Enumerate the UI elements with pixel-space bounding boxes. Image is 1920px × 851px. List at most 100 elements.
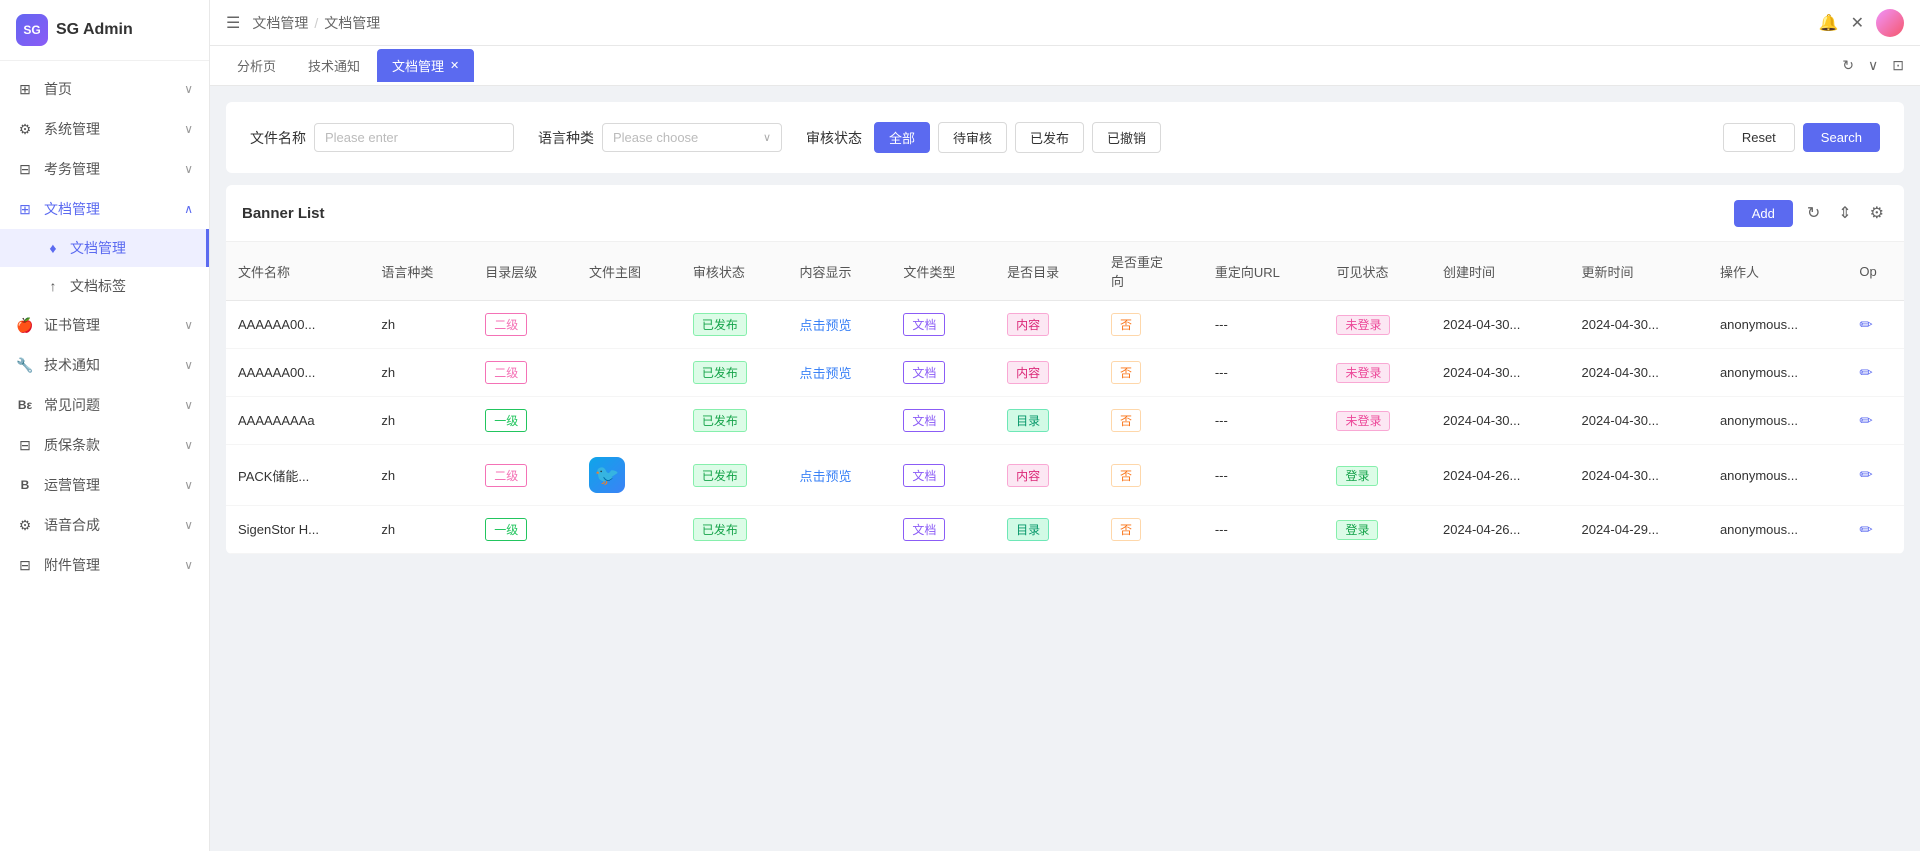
sidebar-item-docs-parent[interactable]: ⊞ 文档管理 ∧ bbox=[0, 189, 209, 229]
table-actions: Add ↻ ⇕ ⚙ bbox=[1734, 199, 1888, 227]
cell-isredirect: 否 bbox=[1099, 506, 1203, 554]
preview-link[interactable]: 点击预览 bbox=[799, 469, 851, 484]
table-header: Banner List Add ↻ ⇕ ⚙ bbox=[226, 185, 1904, 242]
cell-level: 一级 bbox=[473, 397, 577, 445]
fullscreen-icon[interactable]: ⊡ bbox=[1888, 53, 1908, 78]
search-button[interactable]: Search bbox=[1803, 123, 1880, 152]
cell-thumb bbox=[577, 397, 681, 445]
edit-icon[interactable]: ✏ bbox=[1859, 413, 1872, 430]
cell-filename: AAAAAAAAa bbox=[226, 397, 369, 445]
tab-close-icon[interactable]: ✕ bbox=[450, 59, 459, 72]
cell-lang: zh bbox=[369, 301, 473, 349]
cell-level: 二级 bbox=[473, 445, 577, 506]
sidebar-item-docs[interactable]: ♦ 文档管理 bbox=[0, 229, 209, 267]
cell-display: 点击预览 bbox=[787, 445, 891, 506]
table-title: Banner List bbox=[242, 205, 325, 222]
settings-icon[interactable]: ⚙ bbox=[1866, 199, 1888, 227]
chevron-down-tabs-icon[interactable]: ∨ bbox=[1864, 53, 1882, 78]
cell-operator: anonymous... bbox=[1708, 397, 1847, 445]
breadcrumb-current: 文档管理 bbox=[324, 13, 380, 33]
sidebar-item-voice[interactable]: ⚙ 语音合成 ∨ bbox=[0, 505, 209, 545]
cell-updated: 2024-04-30... bbox=[1569, 349, 1707, 397]
sidebar-item-system-label: 系统管理 bbox=[44, 119, 174, 139]
col-operator: 操作人 bbox=[1708, 242, 1847, 301]
sidebar-item-attachment[interactable]: ⊟ 附件管理 ∨ bbox=[0, 545, 209, 585]
status-group: 全部 待审核 已发布 已撤销 bbox=[874, 122, 1161, 153]
tab-tech-notice-label: 技术通知 bbox=[308, 56, 360, 75]
sidebar-item-docs-label: 文档管理 bbox=[70, 238, 126, 258]
add-button[interactable]: Add bbox=[1734, 200, 1793, 227]
tab-tech-notice[interactable]: 技术通知 bbox=[293, 49, 375, 82]
row-height-icon[interactable]: ⇕ bbox=[1834, 199, 1855, 227]
status-btn-pending[interactable]: 待审核 bbox=[938, 122, 1007, 153]
cell-iscatalog: 内容 bbox=[995, 445, 1099, 506]
filter-language: 语言种类 Please choose ∨ bbox=[538, 123, 782, 152]
sidebar-item-faq[interactable]: Bε 常见问题 ∨ bbox=[0, 385, 209, 425]
edit-icon[interactable]: ✏ bbox=[1859, 365, 1872, 382]
chevron-down-icon: ∨ bbox=[184, 358, 193, 372]
preview-link[interactable]: 点击预览 bbox=[799, 318, 851, 333]
sidebar-item-ops[interactable]: B 运营管理 ∨ bbox=[0, 465, 209, 505]
col-status: 审核状态 bbox=[681, 242, 788, 301]
cell-created: 2024-04-26... bbox=[1431, 506, 1569, 554]
sidebar-item-home[interactable]: ⊞ 首页 ∨ bbox=[0, 69, 209, 109]
refresh-icon[interactable]: ↻ bbox=[1838, 53, 1858, 78]
cell-op: ✏ bbox=[1847, 506, 1904, 554]
sidebar-item-docs-tag[interactable]: ↑ 文档标签 bbox=[0, 267, 209, 305]
cell-isredirect: 否 bbox=[1099, 397, 1203, 445]
bell-icon[interactable]: 🔔 bbox=[1819, 13, 1839, 33]
sidebar-item-exam-label: 考务管理 bbox=[44, 159, 174, 179]
sidebar-item-system[interactable]: ⚙ 系统管理 ∨ bbox=[0, 109, 209, 149]
cell-visible: 未登录 bbox=[1324, 301, 1431, 349]
cell-iscatalog: 目录 bbox=[995, 506, 1099, 554]
topbar: ☰ 文档管理 / 文档管理 🔔 ✕ bbox=[210, 0, 1920, 46]
cell-iscatalog: 内容 bbox=[995, 301, 1099, 349]
refresh-table-icon[interactable]: ↻ bbox=[1803, 199, 1824, 227]
edit-icon[interactable]: ✏ bbox=[1859, 467, 1872, 484]
edit-icon[interactable]: ✏ bbox=[1859, 317, 1872, 334]
status-btn-revoked[interactable]: 已撤销 bbox=[1092, 122, 1161, 153]
col-thumb: 文件主图 bbox=[577, 242, 681, 301]
col-filename: 文件名称 bbox=[226, 242, 369, 301]
reset-button[interactable]: Reset bbox=[1723, 123, 1795, 152]
sidebar-item-tech[interactable]: 🔧 技术通知 ∨ bbox=[0, 345, 209, 385]
status-btn-all[interactable]: 全部 bbox=[874, 122, 930, 153]
status-btn-published[interactable]: 已发布 bbox=[1015, 122, 1084, 153]
filename-input[interactable] bbox=[314, 123, 514, 152]
cell-op: ✏ bbox=[1847, 445, 1904, 506]
col-visible: 可见状态 bbox=[1324, 242, 1431, 301]
cell-status: 已发布 bbox=[681, 349, 788, 397]
col-updated: 更新时间 bbox=[1569, 242, 1707, 301]
tab-doc-mgmt[interactable]: 文档管理 ✕ bbox=[377, 49, 474, 82]
chevron-down-icon: ∨ bbox=[184, 162, 193, 176]
col-op: Op bbox=[1847, 242, 1904, 301]
table-row: AAAAAA00... zh 二级 已发布 点击预览 文档 内容 否 --- 未… bbox=[226, 349, 1904, 397]
chevron-down-icon: ∨ bbox=[184, 478, 193, 492]
sidebar-item-docs-tag-label: 文档标签 bbox=[70, 276, 126, 296]
home-icon: ⊞ bbox=[16, 81, 34, 98]
language-select[interactable]: Please choose ∨ bbox=[602, 123, 782, 152]
sidebar-item-exam[interactable]: ⊟ 考务管理 ∨ bbox=[0, 149, 209, 189]
exam-icon: ⊟ bbox=[16, 161, 34, 178]
status-label: 审核状态 bbox=[806, 128, 862, 148]
app-name: SG Admin bbox=[56, 21, 133, 39]
close-icon[interactable]: ✕ bbox=[1851, 13, 1864, 33]
sidebar-item-cert[interactable]: 🍎 证书管理 ∨ bbox=[0, 305, 209, 345]
edit-icon[interactable]: ✏ bbox=[1859, 522, 1872, 539]
language-select-value: Please choose bbox=[613, 130, 698, 145]
cell-display bbox=[787, 397, 891, 445]
tab-analysis[interactable]: 分析页 bbox=[222, 49, 291, 82]
cell-display: 点击预览 bbox=[787, 301, 891, 349]
sidebar-item-home-label: 首页 bbox=[44, 79, 174, 99]
breadcrumb-parent: 文档管理 bbox=[252, 13, 308, 33]
language-label: 语言种类 bbox=[538, 128, 594, 148]
avatar[interactable] bbox=[1876, 9, 1904, 37]
sidebar-item-quality[interactable]: ⊟ 质保条款 ∨ bbox=[0, 425, 209, 465]
col-isredirect: 是否重定向 bbox=[1099, 242, 1203, 301]
preview-link[interactable]: 点击预览 bbox=[799, 366, 851, 381]
menu-toggle-icon[interactable]: ☰ bbox=[226, 13, 240, 33]
filter-actions: Reset Search bbox=[1723, 123, 1880, 152]
sidebar-item-docs-parent-label: 文档管理 bbox=[44, 199, 174, 219]
table-head-row: 文件名称 语言种类 目录层级 文件主图 审核状态 内容显示 文件类型 是否目录 … bbox=[226, 242, 1904, 301]
select-arrow-icon: ∨ bbox=[763, 131, 771, 144]
